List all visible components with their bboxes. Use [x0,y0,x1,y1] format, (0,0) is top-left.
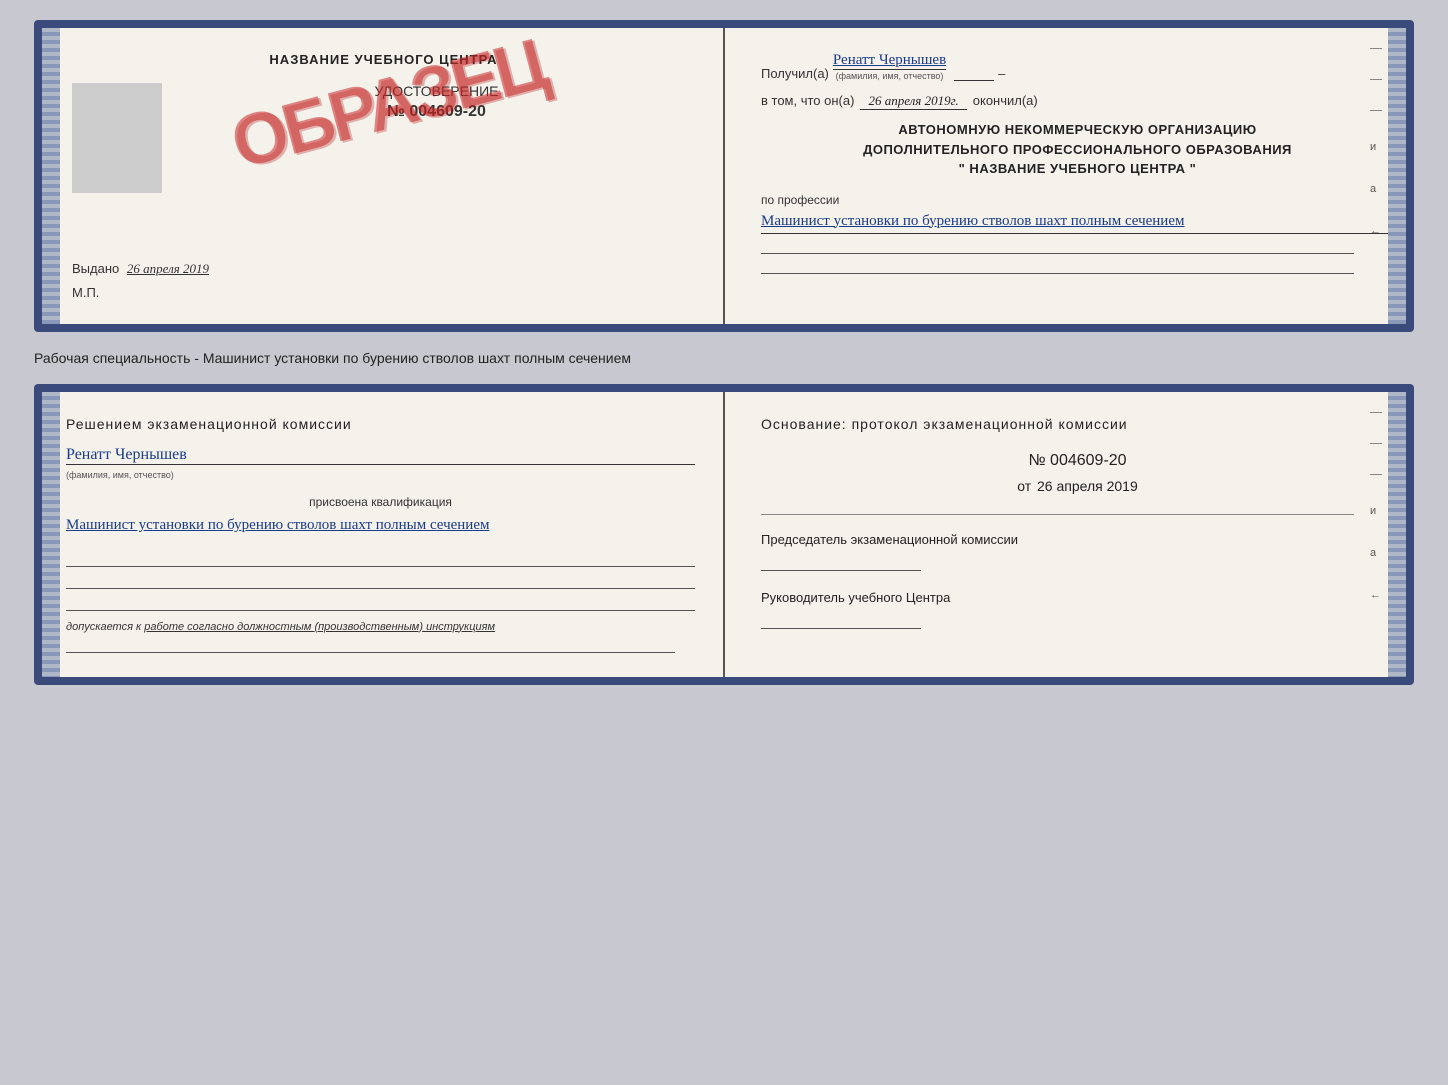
b-dash-1 [1370,412,1382,413]
protocol-date-value: 26 апреля 2019 [1037,478,1138,494]
bottom-document: Решением экзаменационной комиссии Ренатт… [34,384,1414,685]
received-line: Получил(а) Ренатт Чернышев (фамилия, имя… [761,52,1394,81]
dash-1 [1370,48,1382,49]
top-left-panel: НАЗВАНИЕ УЧЕБНОГО ЦЕНТРА УДОСТОВЕРЕНИЕ №… [42,28,725,324]
received-hint: (фамилия, имя, отчество) [836,71,944,81]
bottom-right-panel: и а ← Основание: протокол экзаменационно… [725,392,1406,677]
admitted-block: допускается к работе согласно должностны… [66,621,695,633]
protocol-number: № 004609-20 [761,452,1394,470]
finished-label: окончил(а) [973,93,1038,108]
issued-label: Выдано [72,261,119,276]
received-dash: – [998,66,1005,81]
top-cert-title: НАЗВАНИЕ УЧЕБНОГО ЦЕНТРА [72,52,695,67]
extra-line-1 [761,242,1354,254]
extra-line-2 [761,262,1354,274]
director-block: Руководитель учебного Центра [761,589,1394,629]
person-name-hint: (фамилия, имя, отчество) [66,470,174,480]
issued-date: 26 апреля 2019 [127,261,209,276]
line-1 [66,555,695,567]
b-mark-arrow: ← [1370,589,1382,601]
chairman-signature [761,557,921,571]
director-label: Руководитель учебного Центра [761,589,1394,607]
extra-line-b [66,641,675,653]
org-block: АВТОНОМНУЮ НЕКОММЕРЧЕСКУЮ ОРГАНИЗАЦИЮ ДО… [761,120,1394,179]
mark-i: и [1370,141,1382,153]
photo-placeholder [72,83,162,193]
b-dash-2 [1370,443,1382,444]
line-3 [66,599,695,611]
dash-3 [1370,110,1382,111]
org-line3: " НАЗВАНИЕ УЧЕБНОГО ЦЕНТРА " [761,159,1394,179]
director-signature [761,615,921,629]
protocol-date-prefix: от [1017,478,1031,494]
person-name-block: Ренатт Чернышев (фамилия, имя, отчество) [66,446,695,483]
basis-title: Основание: протокол экзаменационной коми… [761,416,1394,432]
mp-label: М.П. [72,285,695,300]
person-name: Ренатт Чернышев [66,446,695,465]
org-line2: ДОПОЛНИТЕЛЬНОГО ПРОФЕССИОНАЛЬНОГО ОБРАЗО… [761,140,1394,160]
qual-label: присвоена квалификация [66,495,695,509]
right-edge-dashes: и а ← [1370,48,1382,237]
b-mark-a: а [1370,547,1382,559]
profession-value: Машинист установки по бурению стволов ша… [761,209,1394,234]
bottom-left-content: Решением экзаменационной комиссии Ренатт… [54,416,695,653]
cert-number: № 004609-20 [178,103,695,121]
bottom-right-content: Основание: протокол экзаменационной коми… [753,416,1394,629]
separator-text: Рабочая специальность - Машинист установ… [34,344,1414,372]
chairman-label: Председатель экзаменационной комиссии [761,531,1394,549]
dash-2 [1370,79,1382,80]
mark-a: а [1370,183,1382,195]
line-2 [66,577,695,589]
top-document: НАЗВАНИЕ УЧЕБНОГО ЦЕНТРА УДОСТОВЕРЕНИЕ №… [34,20,1414,332]
profession-label: по профессии [761,193,1394,207]
chairman-block: Председатель экзаменационной комиссии [761,531,1394,571]
cert-subtitle: УДОСТОВЕРЕНИЕ [178,83,695,99]
cert-issued: Выдано 26 апреля 2019 [72,261,695,277]
org-line1: АВТОНОМНУЮ НЕКОММЕРЧЕСКУЮ ОРГАНИЗАЦИЮ [761,120,1394,140]
admitted-value: работе согласно должностным (производств… [144,621,495,633]
in-that-line: в том, что он(а) 26 апреля 2019г. окончи… [761,93,1394,110]
mark-arrow: ← [1370,225,1382,237]
received-prefix: Получил(а) [761,66,829,81]
protocol-date: от 26 апреля 2019 [761,478,1394,494]
dash-after-name [954,80,994,81]
divider-line [761,514,1354,515]
bottom-lines [66,555,695,611]
received-name: Ренатт Чернышев [833,52,946,70]
top-right-panel: и а ← Получил(а) Ренатт Чернышев (фамили… [725,28,1406,324]
in-that-label: в том, что он(а) [761,93,854,108]
b-dash-3 [1370,474,1382,475]
completion-date: 26 апреля 2019г. [860,93,966,110]
qual-value: Машинист установки по бурению стволов ша… [66,513,695,539]
right-edge-dashes-b: и а ← [1370,412,1382,601]
bottom-left-panel: Решением экзаменационной комиссии Ренатт… [42,392,725,677]
exam-title: Решением экзаменационной комиссии [66,416,695,432]
b-mark-i: и [1370,505,1382,517]
admitted-label: допускается к [66,621,141,633]
top-right-content: Получил(а) Ренатт Чернышев (фамилия, имя… [753,52,1394,274]
